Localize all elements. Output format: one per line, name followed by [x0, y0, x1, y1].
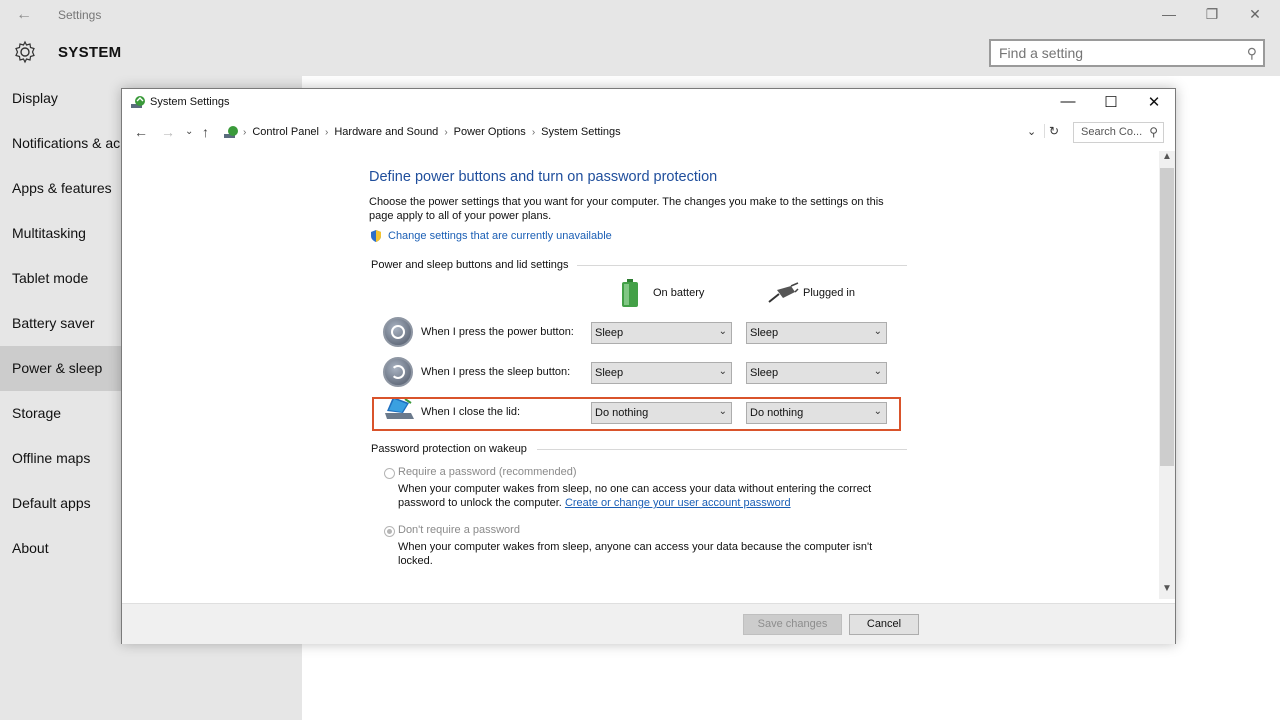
col-plugged-in: Plugged in	[803, 287, 855, 299]
address-dropdown-icon[interactable]: ⌄	[1027, 125, 1036, 138]
select-value: Sleep	[750, 367, 779, 379]
breadcrumb-power-options[interactable]: Power Options	[454, 126, 526, 138]
control-panel-search[interactable]: Search Co... ⚲	[1073, 122, 1164, 143]
power-button-icon	[383, 317, 413, 347]
restore-button[interactable]: ❐	[1202, 6, 1222, 23]
power-button-plugged-select[interactable]: Sleep ⌄	[746, 322, 887, 344]
refresh-icon[interactable]: ↻	[1044, 124, 1059, 138]
gear-icon	[15, 40, 35, 64]
plug-icon	[768, 282, 799, 303]
lid-setting-highlight	[372, 397, 901, 431]
recent-dropdown-icon[interactable]: ⌄	[185, 126, 193, 137]
app-titlebar: ← Settings — ❐ ✕	[0, 0, 1280, 30]
find-setting-box[interactable]: ⚲	[989, 39, 1265, 67]
cancel-button[interactable]: Cancel	[849, 614, 919, 635]
uac-shield-icon	[371, 230, 381, 242]
power-options-icon	[131, 96, 145, 108]
scroll-down-icon[interactable]: ▼	[1159, 583, 1175, 599]
save-changes-button[interactable]: Save changes	[743, 614, 842, 635]
search-icon[interactable]: ⚲	[1149, 125, 1158, 139]
forward-arrow-icon[interactable]: →	[161, 124, 175, 140]
page-description: Choose the power settings that you want …	[369, 196, 884, 222]
dialog-title: System Settings	[150, 96, 230, 108]
dialog-maximize-button[interactable]: ☐	[1099, 93, 1123, 111]
scrollbar[interactable]: ▲ ▼	[1159, 151, 1175, 599]
require-password-label: Require a password (recommended)	[398, 466, 577, 478]
address-bar: ← → ⌄ ↑ › Control Panel › Hardware and S…	[122, 121, 1175, 145]
no-password-desc: When your computer wakes from sleep, any…	[398, 541, 873, 567]
app-title: Settings	[58, 8, 102, 22]
breadcrumb-separator: ›	[531, 126, 536, 138]
power-options-icon	[224, 126, 238, 138]
control-panel-search-placeholder: Search Co...	[1081, 126, 1143, 138]
scroll-up-icon[interactable]: ▲	[1159, 151, 1175, 167]
select-value: Sleep	[595, 327, 624, 339]
battery-icon	[622, 279, 638, 307]
create-password-link[interactable]: Create or change your user account passw…	[565, 497, 791, 509]
section-divider	[537, 449, 907, 450]
section-divider	[577, 265, 907, 266]
section-title: SYSTEM	[58, 44, 122, 61]
search-icon[interactable]: ⚲	[1247, 45, 1257, 62]
page-heading: Define power buttons and turn on passwor…	[369, 169, 718, 185]
breadcrumb: › Control Panel › Hardware and Sound › P…	[243, 126, 621, 138]
dialog-footer: Save changes Cancel	[122, 603, 1175, 644]
require-password-desc: When your computer wakes from sleep, no …	[398, 482, 898, 510]
select-value: Sleep	[595, 367, 624, 379]
breadcrumb-system-settings[interactable]: System Settings	[541, 126, 620, 138]
back-arrow-icon[interactable]: ←	[134, 124, 148, 140]
find-setting-input[interactable]	[991, 41, 1231, 65]
breadcrumb-separator: ›	[243, 126, 247, 138]
select-value: Sleep	[750, 327, 779, 339]
breadcrumb-separator: ›	[444, 126, 448, 138]
no-password-radio[interactable]	[384, 526, 395, 537]
col-on-battery: On battery	[653, 287, 705, 299]
dialog-close-button[interactable]: ✕	[1142, 93, 1166, 111]
power-button-battery-select[interactable]: Sleep ⌄	[591, 322, 732, 344]
dialog-minimize-button[interactable]: —	[1056, 93, 1080, 110]
buttons-section-label: Power and sleep buttons and lid settings	[371, 259, 569, 271]
up-arrow-icon[interactable]: ↑	[202, 124, 209, 140]
chevron-down-icon: ⌄	[718, 366, 727, 377]
sleep-button-battery-select[interactable]: Sleep ⌄	[591, 362, 732, 384]
sleep-button-plugged-select[interactable]: Sleep ⌄	[746, 362, 887, 384]
sleep-button-label: When I press the sleep button:	[421, 366, 571, 378]
change-settings-link[interactable]: Change settings that are currently unava…	[388, 230, 612, 242]
minimize-button[interactable]: —	[1159, 6, 1179, 22]
power-button-label: When I press the power button:	[421, 326, 574, 338]
chevron-down-icon: ⌄	[873, 326, 882, 337]
back-arrow-icon[interactable]: ←	[16, 6, 32, 24]
password-section-label: Password protection on wakeup	[371, 443, 527, 455]
breadcrumb-hardware-sound[interactable]: Hardware and Sound	[334, 126, 438, 138]
sleep-button-icon	[383, 357, 413, 387]
chevron-down-icon: ⌄	[873, 366, 882, 377]
scroll-thumb[interactable]	[1160, 168, 1174, 466]
chevron-down-icon: ⌄	[718, 326, 727, 337]
dialog-titlebar: System Settings — ☐ ✕	[122, 89, 1175, 117]
breadcrumb-separator: ›	[325, 126, 329, 138]
require-password-radio[interactable]	[384, 468, 395, 479]
breadcrumb-control-panel[interactable]: Control Panel	[252, 126, 319, 138]
system-settings-dialog: System Settings — ☐ ✕ ← → ⌄ ↑ › Control …	[121, 88, 1176, 644]
close-button[interactable]: ✕	[1245, 6, 1265, 23]
no-password-label: Don't require a password	[398, 524, 520, 536]
